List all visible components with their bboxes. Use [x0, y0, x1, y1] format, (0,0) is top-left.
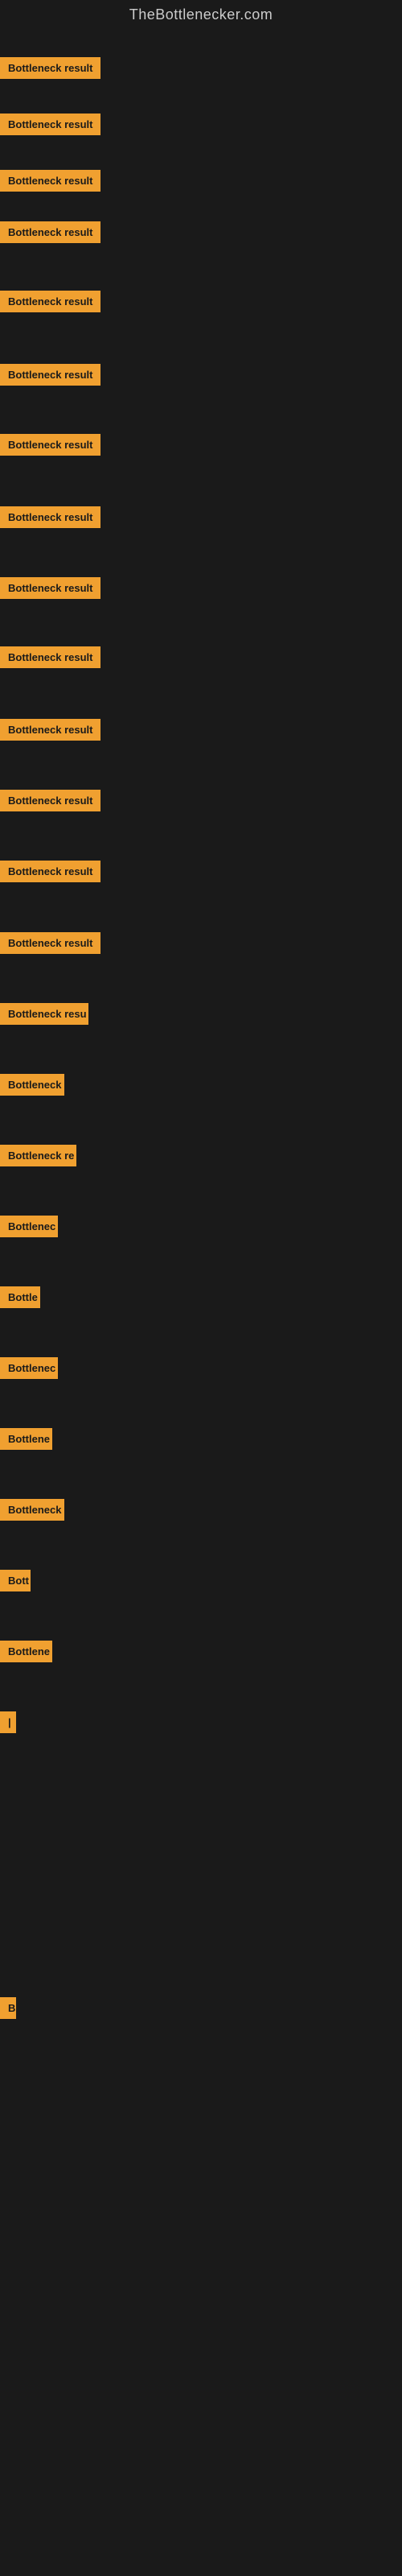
bottleneck-label: Bottleneck result: [0, 932, 100, 954]
bottleneck-label: |: [0, 1711, 16, 1733]
bottleneck-label: Bottle: [0, 1286, 40, 1308]
bottleneck-row: Bottlene: [0, 1641, 402, 1662]
bottleneck-row: Bottleneck: [0, 1074, 402, 1096]
bottleneck-row: Bottleneck result: [0, 506, 402, 528]
bottleneck-row: Bottleneck resu: [0, 1003, 402, 1025]
bottleneck-row: Bottleneck result: [0, 790, 402, 811]
bottleneck-label: B: [0, 1997, 16, 2019]
bottleneck-row: Bottleneck re: [0, 1145, 402, 1166]
bottleneck-label: Bottlene: [0, 1428, 52, 1450]
bottleneck-row: Bottleneck result: [0, 577, 402, 599]
site-title: TheBottlenecker.com: [0, 0, 402, 33]
bottleneck-row: B: [0, 1997, 402, 2019]
bottleneck-row: Bottleneck result: [0, 114, 402, 135]
bottleneck-row: Bottle: [0, 1286, 402, 1308]
bottleneck-row: Bottleneck result: [0, 861, 402, 882]
bottleneck-row: Bottleneck result: [0, 221, 402, 243]
bottleneck-row: Bottleneck result: [0, 646, 402, 668]
bottleneck-label: Bottleneck re: [0, 1145, 76, 1166]
bottleneck-row: Bottleneck result: [0, 364, 402, 386]
bottleneck-label: Bottleneck result: [0, 221, 100, 243]
bottleneck-label: Bott: [0, 1570, 31, 1591]
bottleneck-label: Bottleneck: [0, 1499, 64, 1521]
bottleneck-label: Bottleneck result: [0, 434, 100, 456]
bottleneck-label: Bottleneck result: [0, 114, 100, 135]
bottleneck-label: Bottleneck result: [0, 170, 100, 192]
bottleneck-label: Bottleneck result: [0, 719, 100, 741]
bottleneck-row: Bottleneck result: [0, 57, 402, 79]
bottleneck-label: Bottleneck: [0, 1074, 64, 1096]
bottleneck-label: Bottleneck result: [0, 291, 100, 312]
bottleneck-label: Bottleneck result: [0, 577, 100, 599]
bottleneck-label: Bottleneck result: [0, 506, 100, 528]
bottleneck-row: Bottleneck: [0, 1499, 402, 1521]
bottleneck-label: Bottleneck result: [0, 57, 100, 79]
bottleneck-row: Bottleneck result: [0, 932, 402, 954]
bottleneck-label: Bottlenec: [0, 1357, 58, 1379]
bottleneck-row: Bottlene: [0, 1428, 402, 1450]
bottleneck-row: |: [0, 1711, 402, 1733]
bottleneck-label: Bottleneck result: [0, 364, 100, 386]
bottleneck-label: Bottlene: [0, 1641, 52, 1662]
bottleneck-row: Bottleneck result: [0, 291, 402, 312]
bottleneck-row: Bott: [0, 1570, 402, 1591]
bottleneck-row: Bottleneck result: [0, 170, 402, 192]
bottleneck-row: Bottleneck result: [0, 434, 402, 456]
bottleneck-label: Bottleneck result: [0, 790, 100, 811]
bottleneck-row: Bottlenec: [0, 1357, 402, 1379]
bottleneck-label: Bottleneck result: [0, 861, 100, 882]
bottleneck-label: Bottleneck resu: [0, 1003, 88, 1025]
bottleneck-row: Bottlenec: [0, 1216, 402, 1237]
bottleneck-label: Bottleneck result: [0, 646, 100, 668]
bottleneck-row: Bottleneck result: [0, 719, 402, 741]
bottleneck-label: Bottlenec: [0, 1216, 58, 1237]
